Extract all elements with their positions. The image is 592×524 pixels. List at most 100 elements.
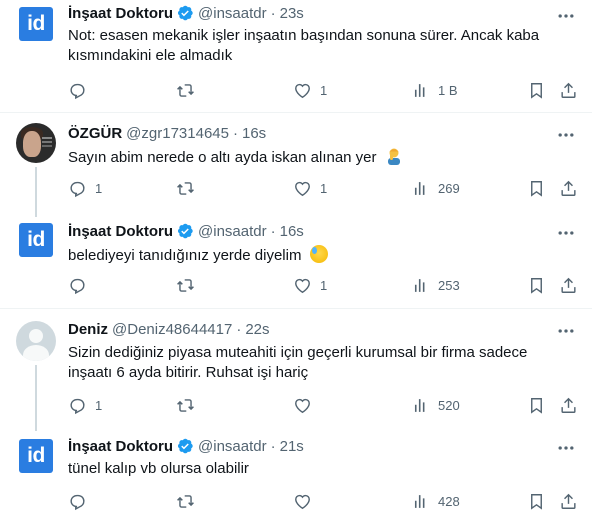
- view-count: 428: [438, 493, 460, 509]
- views-button[interactable]: 253: [411, 275, 460, 295]
- avatar[interactable]: id: [16, 4, 56, 44]
- bookmark-button[interactable]: [527, 395, 546, 415]
- like-button[interactable]: 1: [293, 275, 327, 295]
- retweet-button[interactable]: [176, 80, 195, 100]
- handle[interactable]: @insaatdr: [198, 5, 267, 22]
- reply-count: 1: [95, 180, 103, 196]
- tweet-3[interactable]: id İnşaat Doktoru @insaatdr · 16s beledi…: [0, 208, 592, 306]
- like-icon: [295, 494, 310, 509]
- like-button[interactable]: [293, 491, 320, 511]
- avatar[interactable]: id: [16, 220, 56, 260]
- timestamp[interactable]: 16s: [280, 223, 304, 240]
- bookmark-icon: [531, 82, 542, 99]
- view-count: 253: [438, 277, 460, 293]
- reply-icon: [70, 83, 85, 99]
- timestamp[interactable]: 23s: [280, 5, 304, 22]
- view-count: 269: [438, 180, 460, 196]
- tweet-4[interactable]: Deniz @Deniz48644417 · 22s Sizin dediğin…: [0, 309, 592, 431]
- like-button[interactable]: 1: [293, 80, 327, 100]
- grinning-sweat-emoji-icon: [309, 245, 328, 263]
- like-button[interactable]: [293, 395, 320, 415]
- share-button[interactable]: [559, 178, 578, 198]
- timestamp[interactable]: 16s: [242, 125, 266, 142]
- bookmark-icon: [531, 277, 542, 294]
- action-bar: 1 1 269: [68, 178, 578, 198]
- retweet-button[interactable]: [176, 395, 195, 415]
- tweet-text-content: belediyeyi tanıdığınız yerde diyelim: [68, 247, 302, 264]
- views-button[interactable]: 520: [411, 395, 460, 415]
- bookmark-button[interactable]: [527, 491, 546, 511]
- like-icon: [295, 278, 310, 293]
- tweet-header: İnşaat Doktoru @insaatdr · 16s: [68, 221, 304, 241]
- timestamp[interactable]: 22s: [245, 321, 269, 338]
- more-icon[interactable]: [556, 6, 576, 26]
- reply-button[interactable]: [68, 491, 95, 511]
- handle[interactable]: @insaatdr: [198, 223, 267, 240]
- avatar-head: [29, 329, 43, 343]
- avatar-body: [23, 345, 49, 361]
- share-icon: [561, 493, 576, 509]
- avatar[interactable]: id: [16, 436, 56, 476]
- avatar[interactable]: [16, 321, 56, 361]
- action-bar: 1 520: [68, 395, 578, 415]
- views-button[interactable]: 269: [411, 178, 460, 198]
- handle[interactable]: @Deniz48644417: [112, 321, 232, 338]
- separator-dot: ·: [270, 437, 276, 455]
- tweet-2[interactable]: ÖZGÜR @zgr17314645 · 16s Sayın abim nere…: [0, 113, 592, 217]
- retweet-button[interactable]: [176, 491, 195, 511]
- bookmark-button[interactable]: [527, 178, 546, 198]
- avatar[interactable]: [16, 123, 56, 163]
- separator-dot: ·: [236, 320, 242, 338]
- handle[interactable]: @zgr17314645: [126, 125, 229, 142]
- tweet-text: Sizin dediğiniz piyasa muteahiti için ge…: [68, 344, 528, 381]
- share-button[interactable]: [559, 80, 578, 100]
- tweet-1[interactable]: id İnşaat Doktoru @insaatdr · 23s Not: e…: [0, 0, 592, 112]
- share-button[interactable]: [559, 491, 578, 511]
- reply-button[interactable]: 1: [68, 178, 102, 198]
- views-icon: [414, 494, 425, 508]
- reply-icon: [70, 181, 85, 197]
- avatar-text-lines: [42, 137, 52, 139]
- timestamp[interactable]: 21s: [280, 438, 304, 455]
- id-logo: id: [19, 223, 53, 257]
- display-name[interactable]: ÖZGÜR: [68, 125, 122, 142]
- share-button[interactable]: [559, 275, 578, 295]
- more-icon[interactable]: [556, 125, 576, 145]
- verified-badge-icon: [177, 5, 193, 21]
- more-icon[interactable]: [556, 438, 576, 458]
- like-icon: [295, 181, 310, 196]
- like-icon: [295, 83, 310, 98]
- display-name[interactable]: İnşaat Doktoru: [68, 438, 173, 455]
- bookmark-button[interactable]: [527, 275, 546, 295]
- retweet-button[interactable]: [176, 178, 195, 198]
- reply-button[interactable]: 1: [68, 395, 102, 415]
- more-icon[interactable]: [556, 223, 576, 243]
- tweet-header: İnşaat Doktoru @insaatdr · 23s: [68, 3, 304, 23]
- like-count: 1: [320, 180, 328, 196]
- tweet-text: Not: esasen mekanik işler inşaatın başın…: [68, 27, 540, 64]
- like-button[interactable]: 1: [293, 178, 327, 198]
- reply-button[interactable]: [68, 275, 95, 295]
- tweet-5[interactable]: id İnşaat Doktoru @insaatdr · 21s tünel …: [0, 425, 592, 524]
- id-logo: id: [19, 7, 53, 41]
- handle[interactable]: @insaatdr: [198, 438, 267, 455]
- reply-count: 1: [95, 397, 103, 413]
- display-name[interactable]: İnşaat Doktoru: [68, 5, 173, 22]
- retweet-icon: [177, 278, 194, 292]
- retweet-icon: [177, 398, 194, 412]
- more-icon[interactable]: [556, 321, 576, 341]
- display-name[interactable]: İnşaat Doktoru: [68, 223, 173, 240]
- like-count: 1: [320, 82, 328, 98]
- views-button[interactable]: 428: [411, 491, 460, 511]
- views-icon: [414, 398, 425, 412]
- tweet-text: Sayın abim nerede o altı ayda iskan alın…: [68, 147, 568, 168]
- retweet-button[interactable]: [176, 275, 195, 295]
- display-name[interactable]: Deniz: [68, 321, 108, 338]
- like-icon: [295, 398, 310, 413]
- views-icon: [414, 181, 425, 195]
- share-button[interactable]: [559, 395, 578, 415]
- separator-dot: ·: [270, 4, 276, 22]
- bookmark-button[interactable]: [527, 80, 546, 100]
- reply-button[interactable]: [68, 80, 95, 100]
- views-button[interactable]: 1 B: [411, 80, 458, 100]
